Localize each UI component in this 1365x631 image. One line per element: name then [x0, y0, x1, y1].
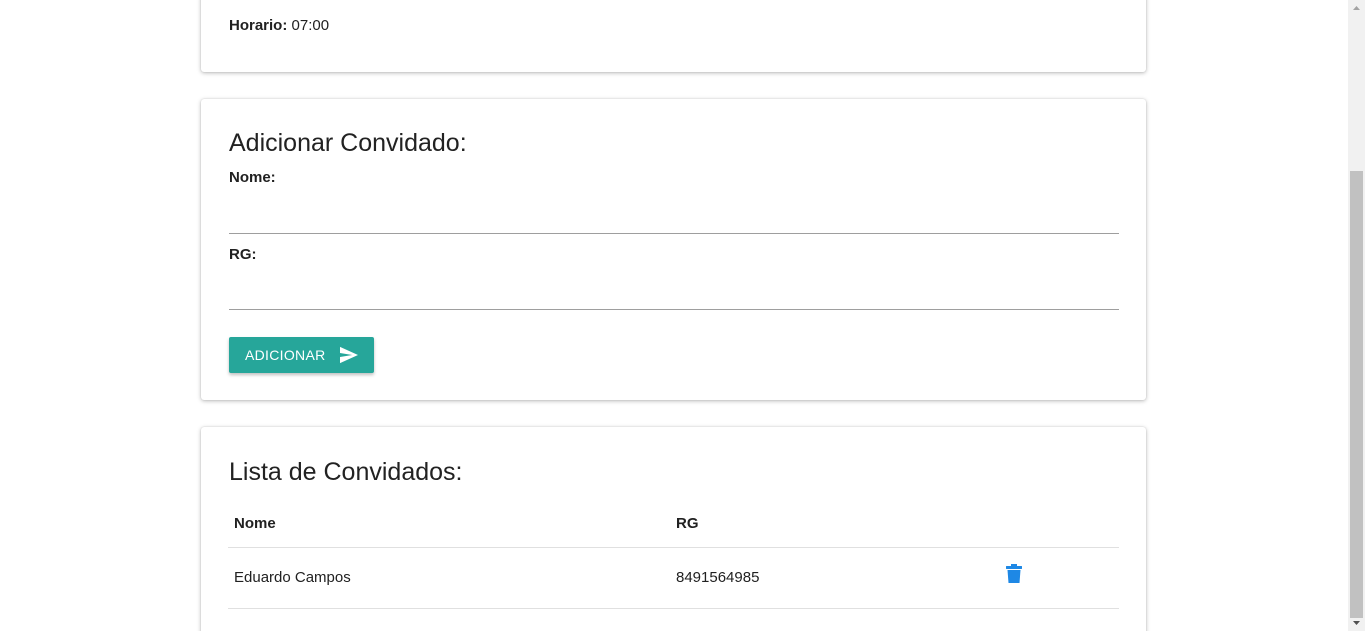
add-guest-button[interactable]: ADICIONAR	[229, 337, 374, 373]
column-header-actions	[1000, 501, 1119, 547]
guest-actions-cell	[1000, 546, 1119, 609]
event-info-card: Horario: 07:00	[201, 0, 1146, 72]
add-guest-card: Adicionar Convidado: Nome: RG: ADICIONAR	[201, 99, 1146, 400]
column-header-nome: Nome	[234, 515, 276, 533]
page: Horario: 07:00 Adicionar Convidado: Nome…	[0, 0, 1365, 631]
table-row: Eduardo Campos 8491564985	[228, 546, 1119, 609]
scrollbar-thumb[interactable]	[1350, 171, 1363, 618]
send-icon	[340, 346, 358, 364]
event-time-value: 07:00	[287, 17, 330, 34]
guest-rg-cell: 8491564985	[670, 546, 1000, 609]
table-header-row: Nome RG	[228, 501, 1119, 547]
trash-icon[interactable]	[1006, 564, 1022, 583]
guest-nome-cell: Eduardo Campos	[228, 546, 670, 609]
event-time-label: Horario:	[229, 17, 288, 34]
guest-table: Nome RG Eduardo Campos 8491564985	[228, 501, 1119, 609]
guest-list-card: Lista de Convidados: Nome RG Eduardo Cam…	[201, 427, 1146, 631]
rg-label: RG:	[229, 246, 257, 263]
event-time: Horario: 07:00	[229, 17, 329, 34]
column-header-rg: RG	[676, 515, 699, 533]
guest-list-title: Lista de Convidados:	[229, 458, 463, 486]
rg-input[interactable]	[229, 276, 1119, 310]
vertical-scrollbar[interactable]	[1348, 0, 1365, 631]
nome-input[interactable]	[229, 200, 1119, 234]
add-guest-title: Adicionar Convidado:	[229, 129, 467, 157]
add-guest-button-label: ADICIONAR	[245, 347, 326, 363]
scroll-down-arrow-icon[interactable]	[1348, 614, 1365, 631]
nome-label: Nome:	[229, 169, 276, 186]
scroll-up-arrow-icon[interactable]	[1348, 0, 1365, 17]
